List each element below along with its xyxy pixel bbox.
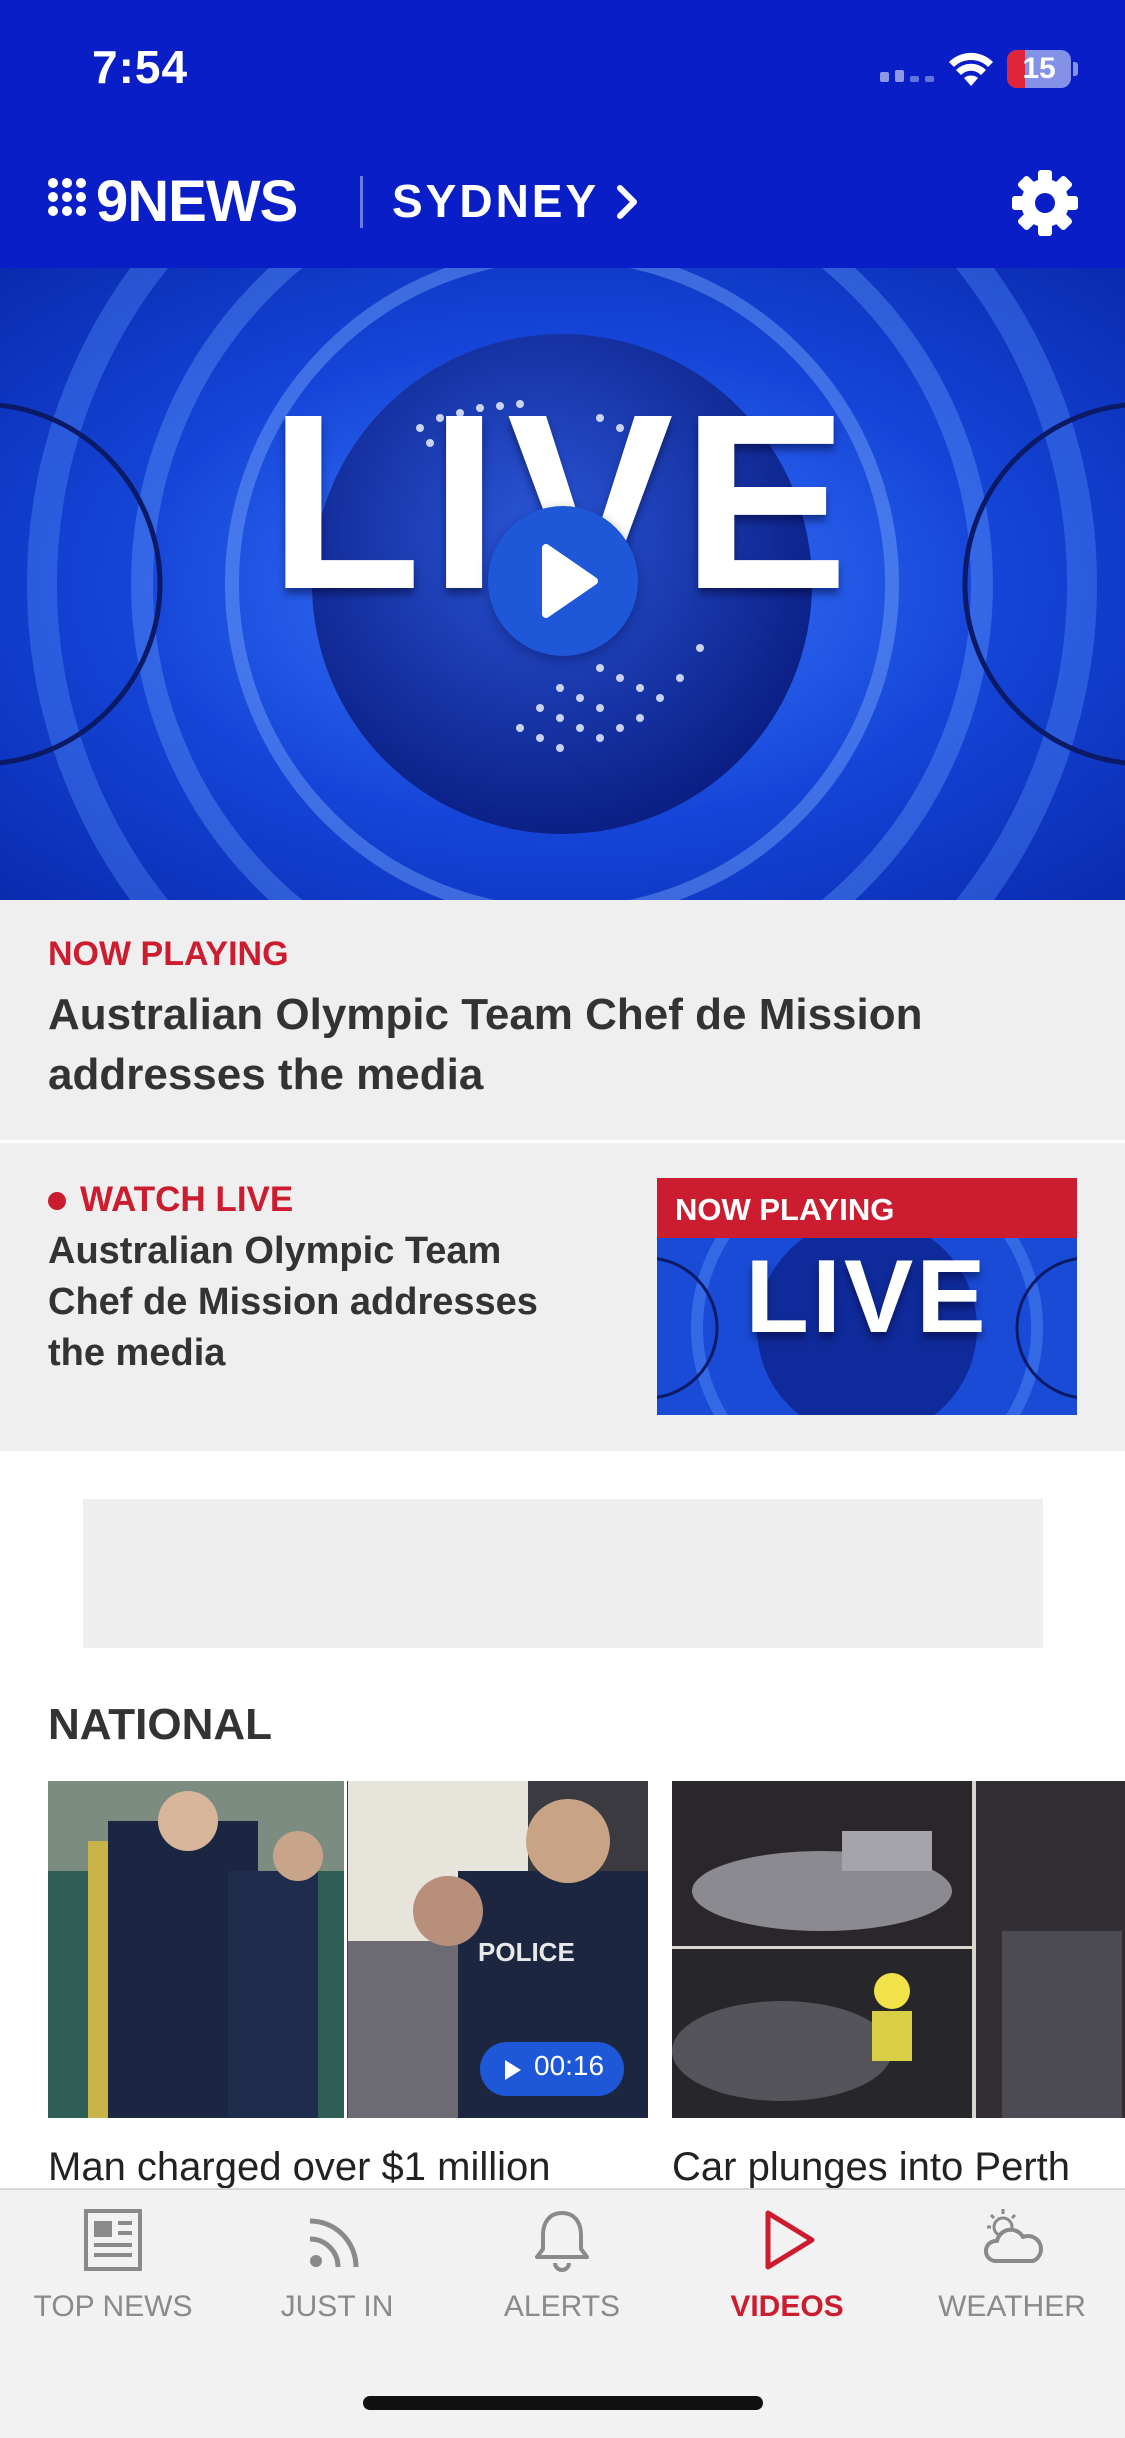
logo-dots-icon <box>48 178 96 222</box>
video-card-title[interactable]: Man charged over $1 million <box>48 2145 550 2190</box>
thumbnail-tag-text: NOW PLAYING <box>675 1192 895 1227</box>
tab-alerts[interactable] <box>527 2205 597 2280</box>
cellular-signal-icon <box>880 66 936 82</box>
ad-placeholder <box>83 1499 1043 1648</box>
watch-live-title-line: Australian Olympic Team <box>48 1230 502 1272</box>
video-duration: 00:16 <box>534 2050 605 2081</box>
thumbnail-live-text: LIVE <box>745 1239 989 1355</box>
play-icon <box>505 2060 521 2080</box>
play-button[interactable] <box>488 506 638 656</box>
now-playing-title: Australian Olympic Team Chef de Mission … <box>48 990 923 1099</box>
tab-top-news[interactable] <box>78 2205 148 2280</box>
tab-videos[interactable] <box>752 2205 822 2280</box>
header-divider <box>360 176 363 228</box>
city-selector[interactable]: SYDNEY <box>392 174 599 228</box>
tab-just-in[interactable] <box>302 2205 372 2280</box>
play-icon <box>765 2210 815 2270</box>
watch-live-title-line: the media <box>48 1332 226 1374</box>
chevron-right-icon[interactable] <box>612 182 642 222</box>
home-indicator <box>363 2396 763 2410</box>
video-card-image[interactable] <box>672 1781 1125 2118</box>
tab-weather[interactable] <box>977 2205 1047 2280</box>
tab-label: VIDEOS <box>730 2290 844 2323</box>
watch-live-label: WATCH LIVE <box>80 1180 294 1219</box>
rss-icon <box>309 2218 359 2268</box>
play-icon[interactable] <box>488 506 638 656</box>
tab-label: JUST IN <box>280 2290 394 2323</box>
bell-icon <box>535 2211 589 2272</box>
tab-label: ALERTS <box>503 2290 621 2323</box>
video-card-title[interactable]: Car plunges into Perth <box>672 2145 1070 2190</box>
battery-indicator: 15 <box>1007 50 1078 88</box>
wifi-icon <box>949 52 993 86</box>
settings-gear-icon[interactable] <box>1010 168 1080 238</box>
watch-live-title-line: Chef de Mission addresses <box>48 1281 538 1323</box>
status-time: 7:54 <box>92 41 189 93</box>
watch-live-title[interactable]: Australian Olympic Team Chef de Mission … <box>48 1226 608 1379</box>
live-dot-icon <box>48 1192 66 1210</box>
image-badge-text: POLICE <box>478 1937 575 1967</box>
battery-level: 15 <box>1022 52 1056 85</box>
tab-label: WEATHER <box>938 2290 1086 2323</box>
section-heading: NATIONAL <box>48 1700 273 1749</box>
newspaper-icon <box>84 2209 142 2271</box>
now-playing-label: NOW PLAYING <box>48 935 289 973</box>
sun-cloud-icon <box>984 2209 1043 2263</box>
brand-logo: 9NEWS <box>96 169 298 234</box>
tab-label: TOP NEWS <box>33 2290 193 2323</box>
